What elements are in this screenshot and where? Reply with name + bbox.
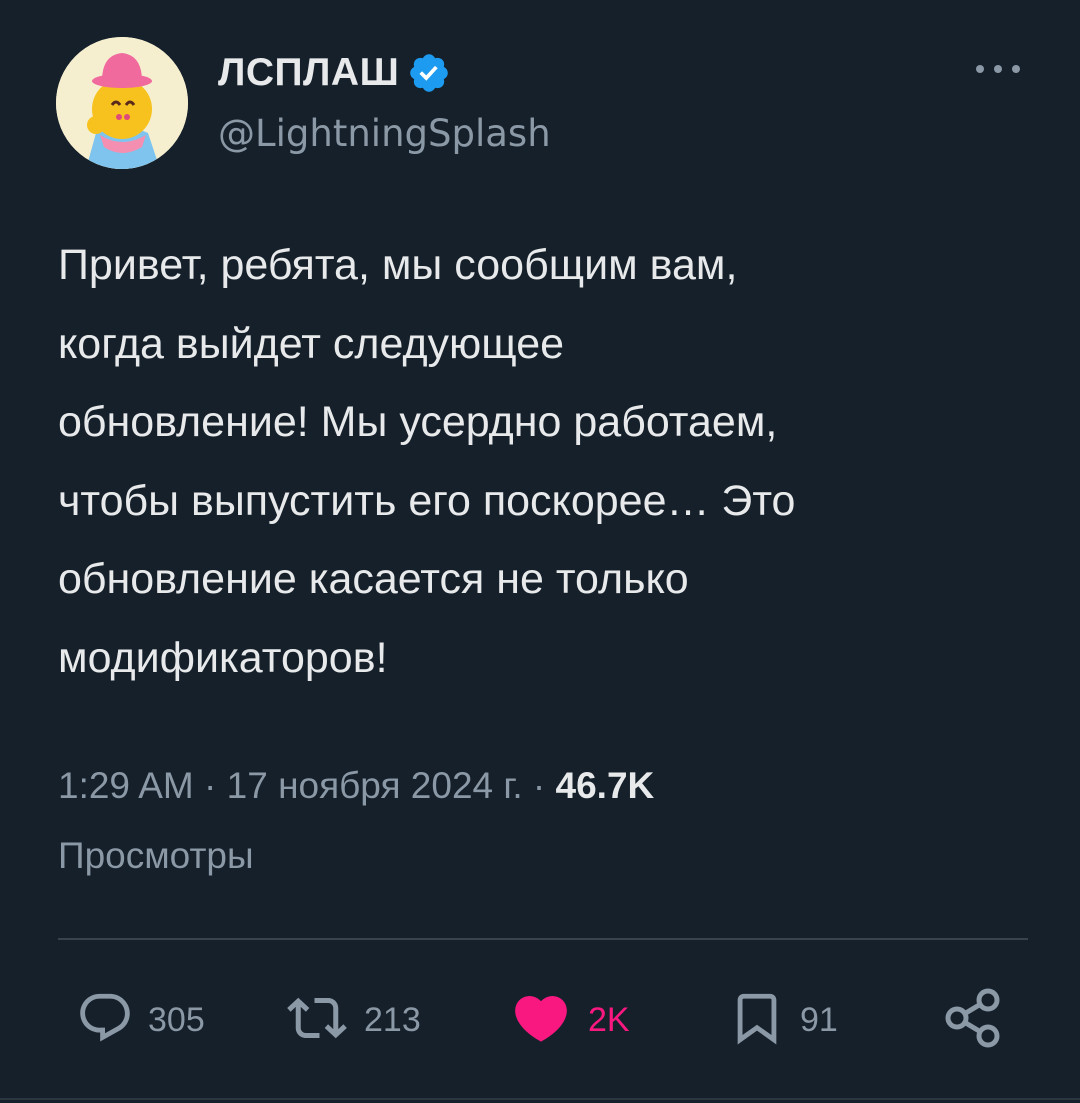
share-button[interactable]	[942, 988, 1004, 1052]
avatar[interactable]	[56, 37, 188, 169]
reply-icon	[76, 989, 134, 1052]
retweet-icon	[284, 988, 350, 1053]
share-icon	[942, 986, 1004, 1055]
views-label: Просмотры	[58, 835, 254, 876]
bottom-divider	[0, 1098, 1080, 1100]
reply-count: 305	[148, 1000, 205, 1039]
divider	[58, 938, 1028, 940]
tweet-timestamp[interactable]: 1:29 AM · 17 ноября 2024 г. ·	[58, 765, 556, 806]
views-count[interactable]: 46.7K	[556, 765, 655, 806]
retweet-button[interactable]: 213	[284, 988, 421, 1052]
reply-button[interactable]: 305	[76, 988, 205, 1052]
bookmark-button[interactable]: 91	[728, 988, 838, 1052]
more-options-icon[interactable]	[968, 54, 1028, 84]
author-name-row: ЛСПЛАШ	[218, 48, 451, 98]
author-handle[interactable]: @LightningSplash	[218, 112, 551, 155]
bookmark-count: 91	[800, 1000, 838, 1039]
tweet-text: Привет, ребята, мы сообщим вам, когда вы…	[58, 241, 796, 682]
verified-badge-icon	[407, 51, 451, 95]
heart-icon	[508, 987, 574, 1054]
yellow-character-avatar-icon	[56, 37, 188, 169]
like-button[interactable]: 2K	[508, 988, 630, 1052]
tweet-meta: 1:29 AM · 17 ноября 2024 г. · 46.7K	[58, 754, 654, 818]
display-name[interactable]: ЛСПЛАШ	[218, 51, 399, 95]
bookmark-icon	[728, 987, 786, 1054]
retweet-count: 213	[364, 1000, 421, 1039]
like-count: 2K	[588, 1000, 630, 1039]
